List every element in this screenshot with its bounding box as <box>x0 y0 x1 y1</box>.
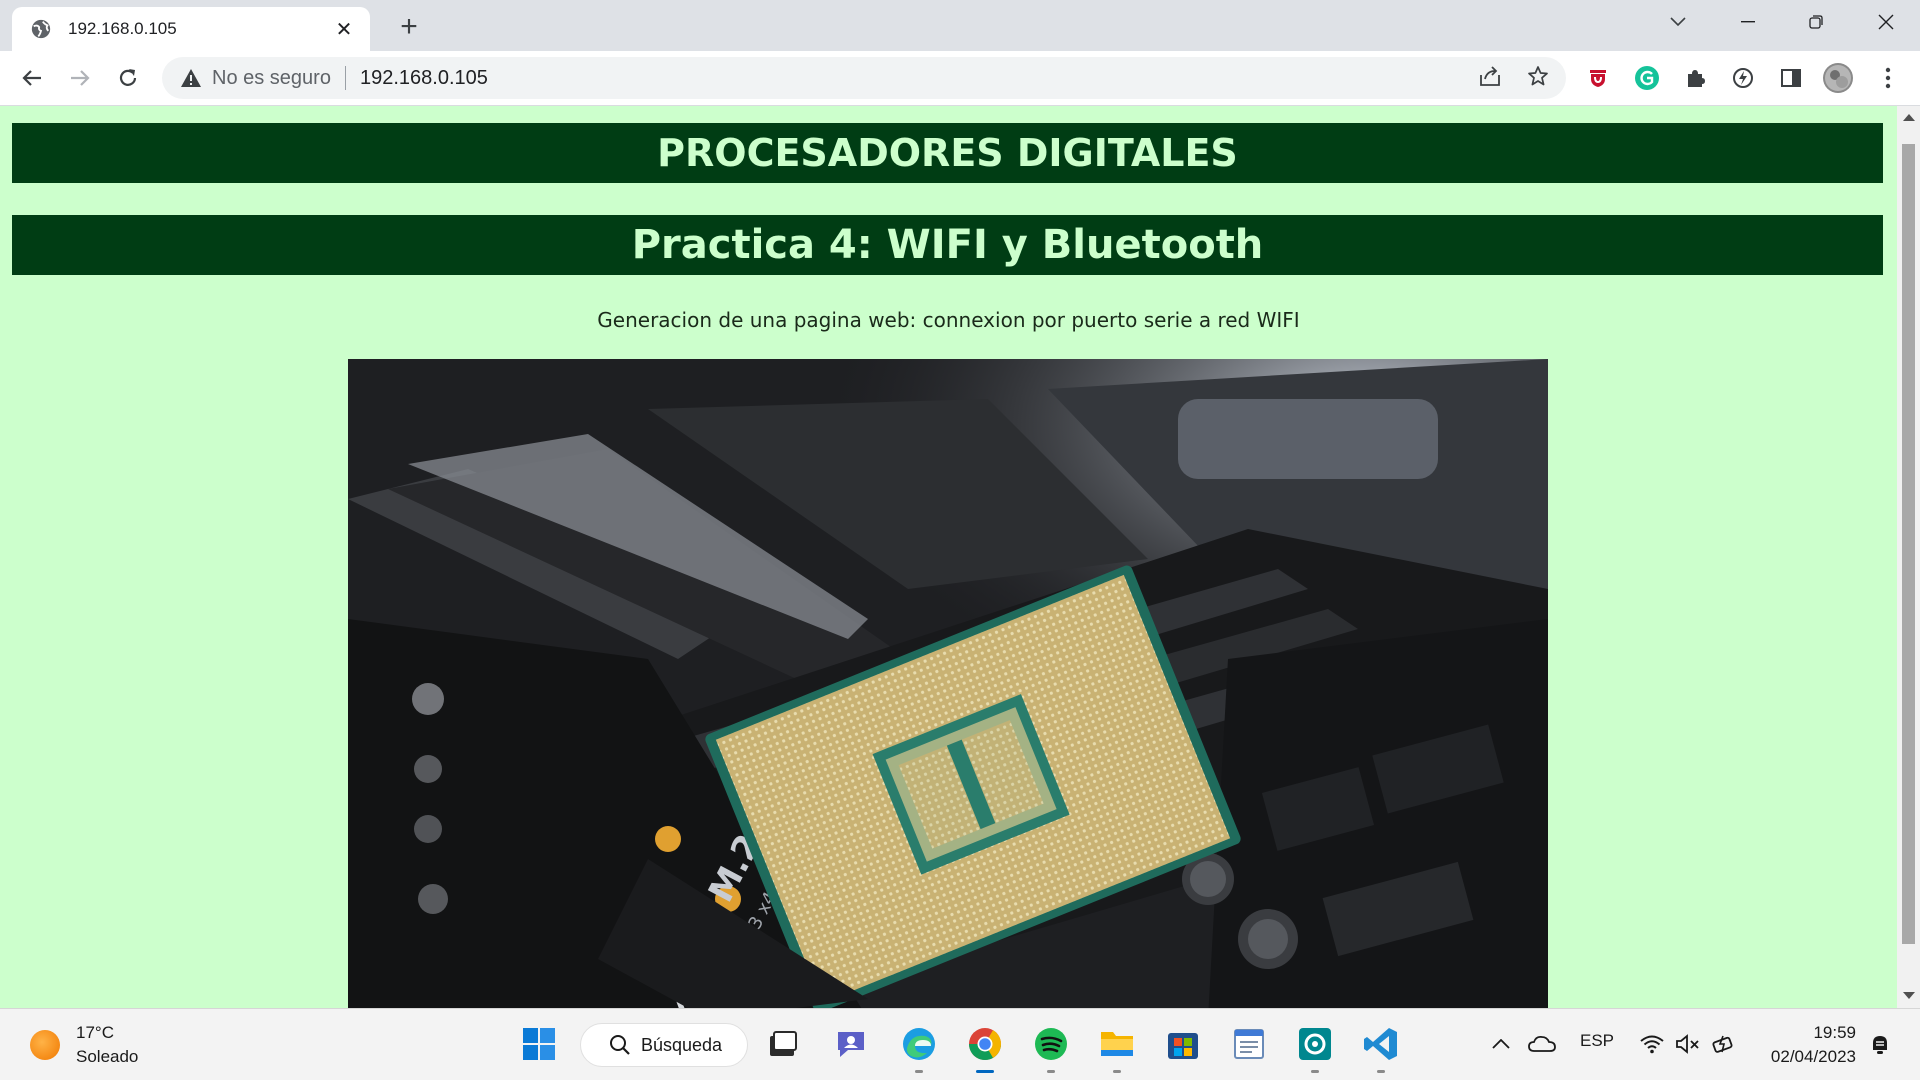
share-icon[interactable] <box>1474 60 1506 92</box>
document-icon <box>1234 1029 1264 1059</box>
back-button[interactable] <box>13 59 51 97</box>
scroll-down-icon[interactable] <box>1903 992 1915 999</box>
shield-extension-icon[interactable] <box>1582 62 1614 94</box>
sun-icon <box>30 1030 60 1060</box>
search-label: Búsqueda <box>641 1034 723 1055</box>
scroll-up-icon[interactable] <box>1903 114 1915 121</box>
edge-icon <box>903 1028 935 1060</box>
taskbar-notepad[interactable] <box>1226 1021 1272 1067</box>
onedrive-cloud-icon[interactable] <box>1524 1021 1560 1067</box>
taskbar-store[interactable] <box>1160 1021 1206 1067</box>
security-status[interactable]: No es seguro <box>212 67 331 90</box>
divider <box>344 66 346 90</box>
taskbar-edge[interactable] <box>896 1021 942 1073</box>
store-icon <box>1168 1033 1198 1059</box>
new-tab-button[interactable]: + <box>392 11 426 45</box>
weather-widget[interactable]: 17°C Soleado <box>30 1021 138 1069</box>
weather-condition: Soleado <box>76 1047 139 1066</box>
volume-muted-icon[interactable] <box>1672 1021 1704 1067</box>
vscode-icon <box>1364 1028 1397 1060</box>
tab-search-icon[interactable] <box>1648 0 1708 44</box>
forward-button[interactable] <box>61 59 99 97</box>
folder-icon <box>1101 1032 1133 1056</box>
taskbar-arduino[interactable] <box>1292 1021 1338 1073</box>
restore-button[interactable] <box>1786 0 1846 44</box>
chrome-icon <box>968 1028 1002 1061</box>
page-subtitle: Generacion de una pagina web: connexion … <box>597 308 1300 332</box>
task-view-icon <box>770 1031 797 1056</box>
clock-date: 02/04/2023 <box>1770 1047 1856 1066</box>
close-tab-icon[interactable]: ✕ <box>332 17 356 42</box>
search-icon <box>610 1035 630 1055</box>
reload-button[interactable] <box>109 59 147 97</box>
windows-logo-icon <box>523 1028 555 1060</box>
taskbar-chat[interactable] <box>828 1021 874 1067</box>
running-indicator <box>1047 1070 1055 1073</box>
app-gear-icon <box>1299 1028 1331 1060</box>
address-bar[interactable]: No es seguro 192.168.0.105 <box>162 57 1566 99</box>
clock-time: 19:59 <box>1813 1023 1856 1042</box>
scrollbar-thumb[interactable] <box>1902 144 1915 944</box>
performance-icon[interactable] <box>1727 62 1759 94</box>
weather-temp: 17°C <box>76 1023 114 1042</box>
grammarly-icon[interactable] <box>1631 62 1663 94</box>
arrow-left-icon <box>22 70 41 86</box>
tray-overflow-chevron-icon[interactable] <box>1486 1021 1516 1067</box>
active-indicator <box>976 1070 994 1073</box>
profile-avatar[interactable] <box>1822 62 1854 94</box>
browser-tab[interactable]: 192.168.0.105 ✕ <box>12 7 370 51</box>
taskbar-chrome[interactable] <box>962 1021 1008 1073</box>
taskbar-file-explorer[interactable] <box>1094 1021 1140 1073</box>
spotify-icon <box>1035 1028 1067 1060</box>
wifi-icon[interactable] <box>1636 1021 1668 1067</box>
bookmark-star-icon[interactable] <box>1522 60 1554 92</box>
tab-title: 192.168.0.105 <box>68 19 177 38</box>
url-text[interactable]: 192.168.0.105 <box>360 67 488 90</box>
taskbar-vscode[interactable] <box>1358 1021 1404 1073</box>
running-indicator <box>1113 1070 1121 1073</box>
warning-icon[interactable] <box>180 67 202 89</box>
running-indicator <box>915 1070 923 1073</box>
side-panel-icon[interactable] <box>1775 62 1807 94</box>
globe-icon <box>31 19 51 39</box>
puzzle-extensions-icon[interactable] <box>1679 62 1711 94</box>
taskbar-spotify[interactable] <box>1028 1021 1074 1073</box>
menu-kebab-icon[interactable] <box>1872 62 1904 94</box>
close-window-button[interactable] <box>1856 0 1916 44</box>
windows-taskbar: 17°C Soleado Búsqueda ESP 19:59 02/04/20… <box>0 1008 1920 1080</box>
page-heading-secondary: Practica 4: WIFI y Bluetooth <box>12 215 1883 275</box>
input-language[interactable]: ESP <box>1580 1031 1614 1051</box>
running-indicator <box>1377 1070 1385 1073</box>
reload-icon <box>119 69 137 86</box>
system-clock[interactable]: 19:59 02/04/2023 <box>1740 1021 1856 1069</box>
page-heading-primary: PROCESADORES DIGITALES <box>12 123 1883 183</box>
start-button[interactable] <box>516 1021 562 1067</box>
task-view-button[interactable] <box>760 1021 806 1067</box>
minimize-button[interactable] <box>1718 0 1778 44</box>
running-indicator <box>1311 1070 1319 1073</box>
arrow-right-icon <box>71 70 90 86</box>
page-viewport: PROCESADORES DIGITALES Practica 4: WIFI … <box>0 106 1897 1008</box>
tab-strip: 192.168.0.105 ✕ + <box>0 0 1920 51</box>
battery-charging-icon[interactable] <box>1708 1021 1740 1067</box>
taskbar-search[interactable]: Búsqueda <box>580 1023 748 1067</box>
page-scrollbar[interactable] <box>1897 106 1920 1008</box>
cpu-motherboard-photo: Ultra M.2 PCIe Gen3 x4 M.2 <box>348 359 1548 1008</box>
chat-icon <box>838 1032 864 1057</box>
notification-bell-icon[interactable] <box>1864 1021 1896 1067</box>
